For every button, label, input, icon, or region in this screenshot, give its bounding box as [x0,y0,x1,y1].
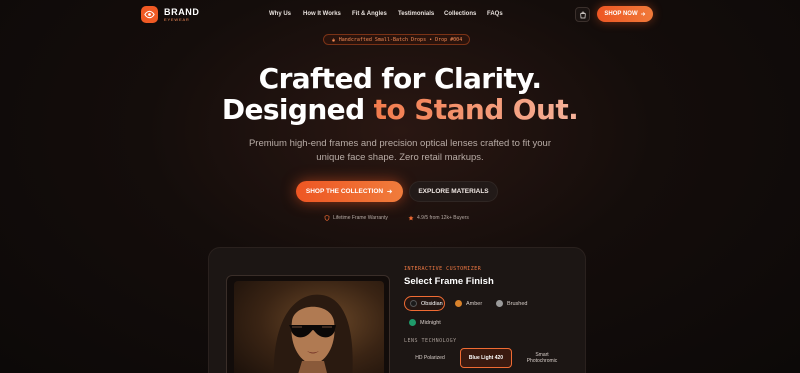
finish-label: Amber [466,300,483,307]
lens-option-smart-photochromic[interactable]: Smart Photochromic [520,348,564,368]
explore-materials-label: EXPLORE MATERIALS [418,188,489,195]
shopping-bag-icon [579,11,586,18]
arrow-right-icon [387,189,393,194]
brand-name: BRAND [164,6,200,17]
color-swatch-icon [410,300,417,307]
top-nav: BRAND EYEWEAR Why Us How It Works Fit & … [0,0,800,30]
shop-now-button[interactable]: SHOP NOW [597,6,653,22]
finish-label: Midnight [420,319,441,326]
nav-link-faqs[interactable]: FAQs [487,11,503,17]
product-photo-frame [226,275,390,373]
shop-now-label: SHOP NOW [604,11,638,17]
hero-title-line2: Designed to Stand Out. [0,93,800,126]
nav-link-why-us[interactable]: Why Us [269,11,291,17]
eye-icon [141,6,158,23]
color-swatch-icon [455,300,462,307]
trust-warranty-text: Lifetime Frame Warranty [333,215,388,221]
customizer-eyebrow: INTERACTIVE CUSTOMIZER [404,266,482,272]
finish-label: Obsidian [421,300,443,307]
star-icon [408,215,414,221]
lens-option-hd-polarized[interactable]: HD Polarized [404,348,456,368]
nav-link-fit-angles[interactable]: Fit & Angles [352,11,387,17]
nav-link-testimonials[interactable]: Testimonials [398,11,434,17]
finish-option-amber[interactable]: Amber [450,296,488,311]
arrow-right-icon [640,12,645,16]
nav-link-how-it-works[interactable]: How It Works [303,11,341,17]
hero-title-plain: Designed [221,93,374,126]
drop-badge-text: Handcrafted Small-Batch Drops • Drop #00… [338,36,463,43]
hero-title-accent: to Stand Out. [373,93,579,126]
color-swatch-icon [409,319,416,326]
shop-collection-label: SHOP THE COLLECTION [305,188,384,195]
lens-technology-label: LENS TECHNOLOGY [404,338,457,344]
hero-subtitle-line1: Premium high-end frames and precision op… [248,138,552,149]
lens-label: HD Polarized [415,355,445,361]
finish-label: Brushed [507,300,528,307]
color-swatch-icon [496,300,503,307]
lens-option-blue-light[interactable]: Blue Light 420 [460,348,512,368]
lens-label: Smart Photochromic [526,352,558,364]
hero-subtitle-line2: unique face shape. Zero retail markups. [316,152,484,163]
nav-link-collections[interactable]: Collections [444,11,476,17]
brand-logo[interactable]: BRAND EYEWEAR [141,6,200,23]
finish-option-midnight[interactable]: Midnight [404,315,446,330]
customizer-title: Select Frame Finish [404,276,494,287]
drop-badge: Handcrafted Small-Batch Drops • Drop #00… [323,34,470,45]
shop-collection-button[interactable]: SHOP THE COLLECTION [296,181,403,202]
model-photo [234,281,384,373]
trust-rating: 4.9/5 from 12k+ Buyers [408,215,469,221]
trust-warranty: Lifetime Frame Warranty [324,215,388,221]
lens-label: Blue Light 420 [468,355,504,361]
finish-option-obsidian[interactable]: Obsidian [404,296,445,311]
explore-materials-button[interactable]: EXPLORE MATERIALS [409,181,498,202]
finish-option-brushed[interactable]: Brushed [491,296,533,311]
brand-tagline: EYEWEAR [164,16,190,22]
cart-button[interactable] [575,7,590,22]
hero-title-line1: Crafted for Clarity. [258,62,542,95]
trust-rating-text: 4.9/5 from 12k+ Buyers [417,215,469,221]
fire-icon [332,37,335,42]
shield-icon [324,215,330,221]
